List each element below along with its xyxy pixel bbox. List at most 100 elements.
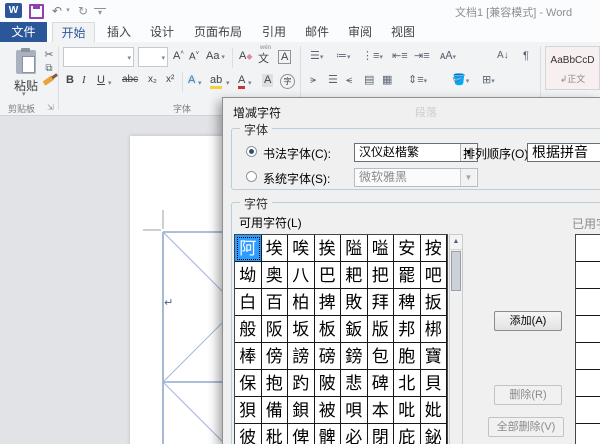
char-cell[interactable]: 敗: [341, 289, 368, 316]
char-cell[interactable]: 奥: [261, 262, 288, 289]
add-remove-characters-dialog[interactable]: 增减字符 段落 字体 书法字体(C): 汉仪赵楷繁 ▼ 排列顺序(O): 根据拼音…: [222, 97, 600, 444]
char-cell[interactable]: 唄: [341, 397, 368, 424]
clipboard-dialog-launcher-icon[interactable]: ⇲: [47, 103, 54, 112]
word-logo-icon[interactable]: W: [5, 3, 22, 18]
tab-file[interactable]: 文件: [0, 22, 47, 42]
cut-icon[interactable]: ✂: [42, 48, 56, 62]
char-cell[interactable]: 稗: [394, 289, 421, 316]
show-marks-icon[interactable]: ¶: [523, 49, 529, 63]
char-cell[interactable]: 保: [235, 370, 262, 397]
char-cell[interactable]: 白: [235, 289, 262, 316]
char-cell[interactable]: 貝: [420, 370, 447, 397]
sort-icon[interactable]: A↓: [497, 49, 509, 63]
char-cell[interactable]: 般: [235, 316, 262, 343]
char-cell[interactable]: 柏: [288, 289, 315, 316]
pinyin-guide-button[interactable]: wén 文: [258, 45, 271, 66]
bullets-icon[interactable]: ☰▾: [310, 49, 323, 65]
grow-font-button[interactable]: A˄: [173, 50, 184, 62]
char-cell[interactable]: 阪: [261, 316, 288, 343]
char-cell[interactable]: 磅: [314, 343, 341, 370]
calligraphy-font-combo[interactable]: 汉仪赵楷繁 ▼: [354, 143, 478, 162]
tab-page-layout[interactable]: 页面布局: [186, 22, 250, 42]
char-cell[interactable]: 俾: [288, 424, 315, 444]
increase-indent-icon[interactable]: ⇥≡: [414, 49, 430, 63]
align-right-icon[interactable]: ⪪: [346, 73, 352, 87]
tab-insert[interactable]: 插入: [100, 22, 138, 42]
char-cell[interactable]: 梆: [420, 316, 447, 343]
char-cell[interactable]: 彼: [235, 424, 262, 444]
subscript-button[interactable]: x₂: [148, 74, 157, 85]
undo-icon[interactable]: ↶: [50, 3, 64, 19]
undo-dropdown-icon[interactable]: ▾: [64, 3, 72, 19]
order-combo[interactable]: 根据拼音: [527, 143, 600, 162]
available-characters-grid[interactable]: 阿埃唉挨隘嗌安按坳奥八巴耙把罷吧白百柏捭敗拜稗扳般阪坂板鈑版邦梆棒傍謗磅鎊包胞寶…: [234, 234, 448, 444]
text-effects-dropdown-icon[interactable]: ▾: [198, 79, 202, 87]
underline-button[interactable]: U: [97, 74, 105, 86]
bold-button[interactable]: B: [66, 74, 74, 86]
char-cell[interactable]: 妣: [420, 397, 447, 424]
char-cell[interactable]: 吧: [420, 262, 447, 289]
char-cell[interactable]: 嗌: [367, 235, 394, 262]
char-cell[interactable]: 本: [367, 397, 394, 424]
calligraphy-font-radio[interactable]: [246, 146, 257, 157]
char-cell-selected[interactable]: 阿: [235, 235, 262, 262]
char-cell[interactable]: 坂: [288, 316, 315, 343]
format-painter-icon[interactable]: [42, 73, 58, 86]
char-cell[interactable]: 板: [314, 316, 341, 343]
grid-scrollbar[interactable]: ▲: [449, 234, 463, 444]
enclose-characters-button[interactable]: 字: [280, 74, 295, 89]
char-cell[interactable]: 狽: [235, 397, 262, 424]
scrollbar-thumb[interactable]: [451, 251, 461, 291]
italic-button[interactable]: I: [82, 74, 86, 86]
tab-home[interactable]: 开始: [52, 22, 95, 42]
style-normal-card[interactable]: AaBbCcD ↲正文: [545, 46, 600, 90]
char-cell[interactable]: 鎊: [341, 343, 368, 370]
char-cell[interactable]: 髀: [315, 424, 341, 444]
char-cell[interactable]: 秕: [262, 424, 288, 444]
char-cell[interactable]: 罷: [394, 262, 421, 289]
char-cell[interactable]: 版: [367, 316, 394, 343]
char-cell[interactable]: 謗: [288, 343, 315, 370]
char-cell[interactable]: 閉: [368, 424, 394, 444]
numbering-icon[interactable]: ≔▾: [336, 49, 351, 65]
font-color-dropdown-icon[interactable]: ▾: [248, 79, 252, 87]
align-left-icon[interactable]: ⪫: [310, 73, 316, 87]
char-cell[interactable]: 隘: [341, 235, 368, 262]
tab-mailings[interactable]: 邮件: [298, 22, 336, 42]
char-cell[interactable]: 埃: [261, 235, 288, 262]
distribute-icon[interactable]: ▦: [382, 73, 392, 87]
tab-review[interactable]: 审阅: [341, 22, 379, 42]
char-cell[interactable]: 傍: [261, 343, 288, 370]
char-cell[interactable]: 悲: [341, 370, 368, 397]
system-radio-label[interactable]: 系统字体(S):: [263, 170, 330, 187]
char-cell[interactable]: 百: [261, 289, 288, 316]
char-cell[interactable]: 邦: [394, 316, 421, 343]
customize-qat-icon[interactable]: ▾: [94, 8, 106, 19]
char-cell[interactable]: 吡: [394, 397, 421, 424]
shading-icon[interactable]: 🪣▾: [452, 73, 469, 89]
char-cell[interactable]: 鋇: [288, 397, 315, 424]
shrink-font-button[interactable]: A˅: [189, 51, 199, 62]
change-case-button[interactable]: Aa ▾: [206, 50, 225, 62]
char-cell[interactable]: 備: [261, 397, 288, 424]
used-characters-list[interactable]: [575, 234, 600, 444]
tab-references[interactable]: 引用: [255, 22, 293, 42]
char-cell[interactable]: 棒: [235, 343, 262, 370]
scrollbar-up-icon[interactable]: ▲: [450, 235, 462, 250]
justify-icon[interactable]: ▤: [364, 73, 374, 87]
char-cell[interactable]: 按: [420, 235, 447, 262]
char-cell[interactable]: 趵: [288, 370, 315, 397]
char-cell[interactable]: 鉍: [421, 424, 447, 444]
line-spacing-icon[interactable]: ⇕≡▾: [408, 73, 427, 89]
clear-formatting-button[interactable]: A◆: [239, 50, 253, 62]
char-cell[interactable]: 八: [288, 262, 315, 289]
tab-design[interactable]: 设计: [143, 22, 181, 42]
char-cell[interactable]: 陂: [314, 370, 341, 397]
font-color-button[interactable]: A: [238, 74, 246, 89]
char-cell[interactable]: 寶: [420, 343, 447, 370]
character-shading-button[interactable]: A: [262, 74, 274, 87]
char-cell[interactable]: 捭: [314, 289, 341, 316]
highlight-button[interactable]: ab: [210, 74, 223, 89]
char-cell[interactable]: 碑: [367, 370, 394, 397]
highlight-dropdown-icon[interactable]: ▾: [226, 79, 230, 87]
